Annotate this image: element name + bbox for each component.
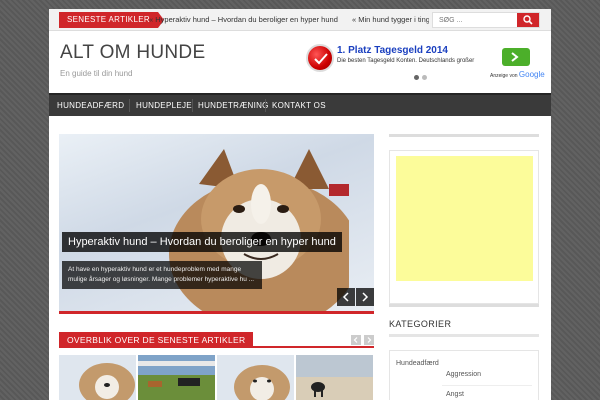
- category-link[interactable]: Aggression: [446, 371, 481, 378]
- ad-attribution[interactable]: Anzeige von Google: [490, 70, 545, 79]
- ticker-link[interactable]: « Min hund tygger i ting – 5 gode råd: [352, 15, 429, 24]
- article-thumbnail[interactable]: [59, 355, 136, 400]
- ad-pager-dot[interactable]: [422, 75, 427, 80]
- carousel-next-button[interactable]: [364, 335, 374, 345]
- site-tagline: En guide til din hund: [60, 69, 133, 78]
- google-logo: Google: [518, 70, 545, 79]
- slide-title[interactable]: Hyperaktiv hund – Hvordan du beroliger e…: [62, 232, 342, 252]
- chevron-right-icon: [367, 337, 372, 343]
- nav-item-hundeadfaerd[interactable]: HUNDEADFÆRD: [57, 95, 124, 116]
- nav-item-hundetraening[interactable]: HUNDETRÆNING: [198, 95, 269, 116]
- nav-item-hundepleje[interactable]: HUNDEPLEJE: [136, 95, 192, 116]
- nav-divider: [265, 99, 266, 112]
- slide-excerpt: At have en hyperaktiv hund er et hundepr…: [62, 261, 262, 289]
- nav-divider: [192, 99, 193, 112]
- ticker-items: « Hyperaktiv hund – Hvordan du beroliger…: [149, 12, 429, 28]
- article-thumbnail[interactable]: [217, 355, 294, 400]
- article-thumbnails: [59, 355, 374, 400]
- nav-divider: [129, 99, 130, 112]
- article-thumbnail[interactable]: [296, 355, 373, 400]
- categories-title: KATEGORIER: [389, 319, 452, 329]
- page: SENESTE ARTIKLER « Hyperaktiv hund – Hvo…: [49, 9, 551, 400]
- categories-list: Hundeadfærd Aggression Angst: [389, 350, 539, 400]
- chevron-right-icon: [511, 52, 519, 62]
- sidebar-ad-widget: [389, 150, 539, 304]
- chevron-right-icon: [362, 292, 369, 302]
- chevron-left-icon: [342, 292, 349, 302]
- featured-slider[interactable]: Hyperaktiv hund – Hvordan du beroliger e…: [59, 134, 374, 314]
- ad-text: Die besten Tagesgeld Konten. Deutschland…: [337, 58, 475, 64]
- news-ticker: SENESTE ARTIKLER « Hyperaktiv hund – Hvo…: [49, 9, 551, 31]
- category-link[interactable]: Hundeadfærd: [396, 360, 439, 367]
- ad-logo-icon: [306, 44, 334, 72]
- ad-attribution-label: Anzeige von: [490, 73, 518, 79]
- slider-prev-button[interactable]: [337, 288, 355, 306]
- sidebar-ad[interactable]: [396, 156, 533, 281]
- search-button[interactable]: [517, 13, 539, 27]
- ad-pager-dot[interactable]: [414, 75, 419, 80]
- search-input[interactable]: [433, 13, 517, 27]
- header-ad[interactable]: 1. Platz Tagesgeld 2014 Die besten Tages…: [304, 43, 545, 85]
- slider-next-button[interactable]: [356, 288, 374, 306]
- ad-go-button[interactable]: [502, 48, 530, 66]
- chevron-left-icon: [353, 337, 358, 343]
- divider: [442, 385, 532, 386]
- divider: [389, 134, 539, 137]
- ticker-label: SENESTE ARTIKLER: [59, 12, 164, 28]
- carousel-prev-button[interactable]: [351, 335, 361, 345]
- latest-articles-header: OVERBLIK OVER DE SENESTE ARTIKLER: [59, 332, 374, 348]
- slider-accent-bar: [59, 311, 374, 314]
- divider: [389, 304, 539, 307]
- main-nav: HUNDEADFÆRD HUNDEPLEJE HUNDETRÆNING KONT…: [49, 93, 551, 116]
- search-icon: [523, 15, 533, 25]
- ad-pager: [414, 67, 430, 85]
- article-thumbnail[interactable]: [138, 355, 215, 400]
- section-title: OVERBLIK OVER DE SENESTE ARTIKLER: [59, 332, 254, 348]
- divider: [389, 334, 539, 337]
- search-box: [432, 12, 540, 28]
- ad-title[interactable]: 1. Platz Tagesgeld 2014: [337, 45, 448, 56]
- ticker-link[interactable]: « Hyperaktiv hund – Hvordan du beroliger…: [149, 15, 338, 24]
- nav-item-kontakt[interactable]: KONTAKT OS: [272, 95, 326, 116]
- category-link[interactable]: Angst: [446, 391, 464, 398]
- site-title[interactable]: ALT OM HUNDE: [60, 42, 205, 64]
